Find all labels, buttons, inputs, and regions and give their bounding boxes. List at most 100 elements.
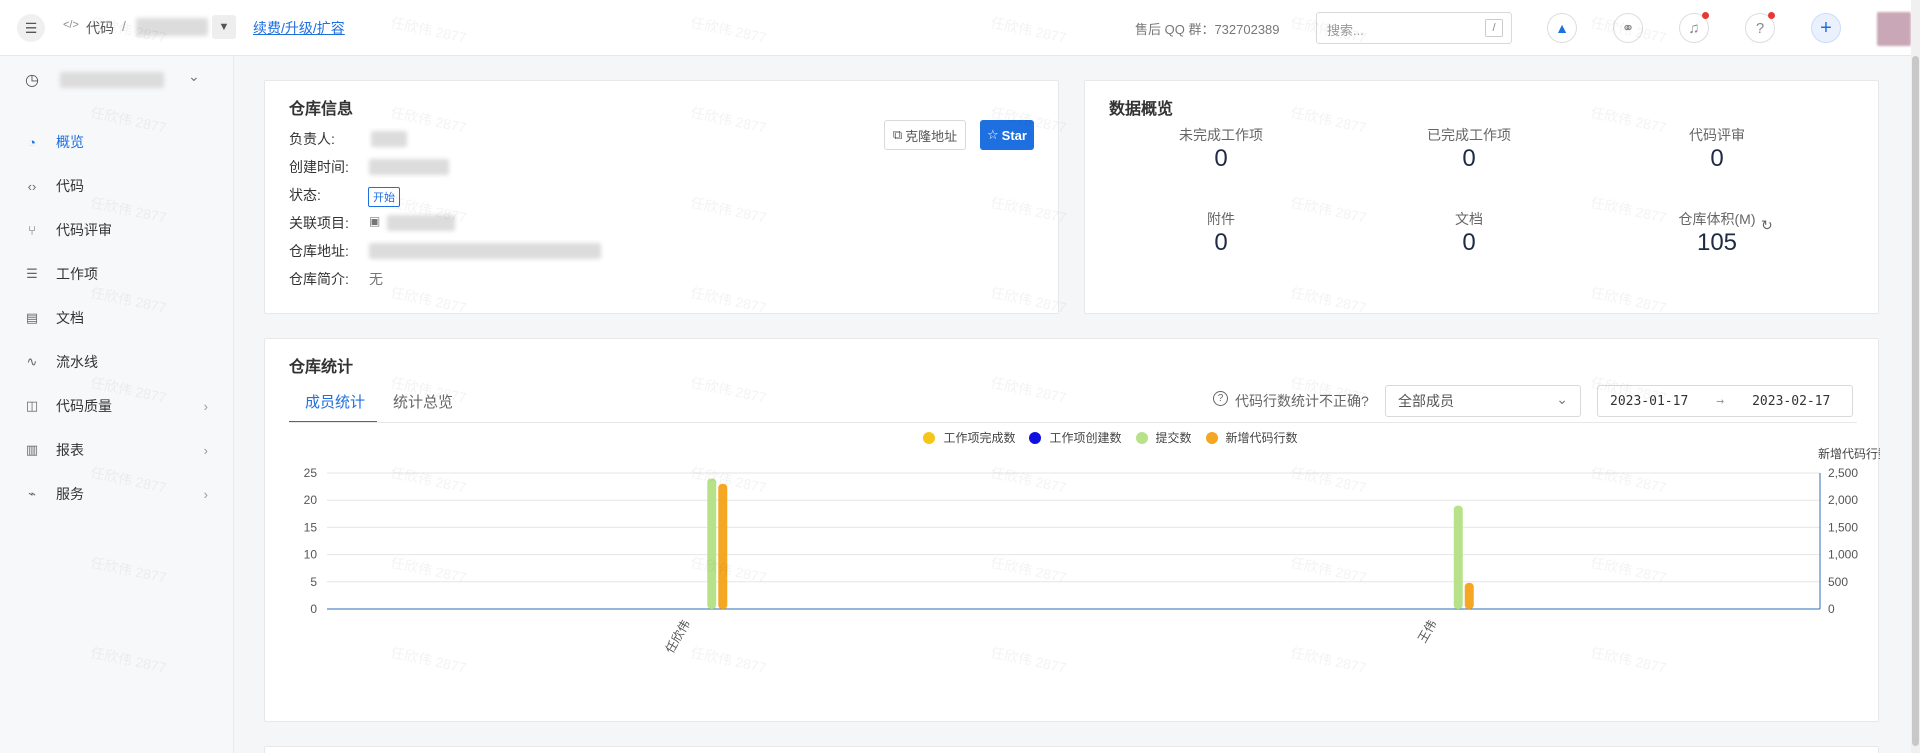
date-range-picker[interactable]: 2023-01-17 → 2023-02-17 [1597, 385, 1853, 417]
left-tick-label: 0 [310, 602, 317, 616]
left-tick-label: 25 [304, 466, 318, 480]
avatar[interactable] [1877, 12, 1911, 46]
question-icon: ? [1755, 19, 1765, 37]
stat-value[interactable]: 105 [1637, 229, 1797, 257]
sidebar-item-1[interactable]: ‹› 代码 [0, 164, 234, 208]
bar-right-3-1 [1464, 582, 1474, 609]
address-label: 仓库地址: [289, 243, 349, 259]
right-tick-label: 1,000 [1828, 548, 1858, 562]
bar-left-2-1 [1453, 505, 1463, 609]
menu-toggle-button[interactable]: ☰ [17, 14, 45, 42]
help-badge [1768, 12, 1775, 19]
legend-swatch [1205, 431, 1218, 444]
data-overview-title: 数据概览 [1109, 101, 1174, 118]
sidebar-item-4[interactable]: ▤ 文档 [0, 296, 234, 340]
right-tick-label: 500 [1828, 575, 1848, 589]
left-tick-label: 10 [304, 548, 318, 562]
stat-label: 仓库体积(M) [1678, 211, 1756, 227]
clone-address-button[interactable]: ⧉ 克隆地址 [884, 120, 966, 150]
stat-value[interactable]: 0 [1141, 229, 1301, 257]
legend-label: 提交数 [1155, 431, 1192, 445]
search-input[interactable]: 搜索... [1327, 20, 1364, 39]
stat-label: 已完成工作项 [1427, 127, 1511, 143]
plus-icon: + [1820, 16, 1832, 39]
code-icon: </> [63, 19, 79, 31]
stat-value[interactable]: 0 [1389, 145, 1549, 173]
legend-item[interactable]: 工作项完成数 [923, 429, 1015, 446]
star-icon: ☆ [987, 127, 999, 142]
repo-info-card: 仓库信息 负责人: 创建时间: 状态: 开始 关联项目: ▣ 仓库地址: 仓库简… [264, 80, 1059, 314]
page-scrollbar[interactable] [1911, 0, 1920, 753]
sidebar-item-label: 工作项 [56, 266, 98, 282]
address-value-redacted[interactable] [369, 243, 601, 259]
top-bar: ☰ </> 代码 / ▼ 续费/升级/扩容 售后 QQ 群：732702389 … [0, 0, 1920, 56]
project-label: 关联项目: [289, 215, 349, 231]
legend-item[interactable]: 提交数 [1135, 429, 1192, 446]
chevron-down-icon: ▼ [218, 21, 230, 33]
project-value-redacted[interactable] [387, 215, 455, 231]
sidebar-item-2[interactable]: ⑂ 代码评审 [0, 208, 234, 252]
search-box[interactable]: 搜索... / [1316, 12, 1512, 44]
link-button[interactable]: ⚭ [1613, 13, 1643, 43]
breadcrumb-root[interactable]: 代码 [86, 18, 114, 38]
sidebar-item-6[interactable]: ◫ 代码质量 › [0, 384, 234, 428]
sidebar-item-label: 概览 [56, 134, 84, 150]
add-button[interactable]: + [1811, 13, 1841, 43]
left-tick-label: 5 [310, 575, 317, 589]
sidebar-item-label: 文档 [56, 310, 84, 326]
right-axis-label: 新增代码行数 [1818, 446, 1880, 461]
star-label: Star [1001, 127, 1027, 143]
right-tick-label: 1,500 [1828, 520, 1858, 534]
sidebar-item-label: 代码质量 [56, 398, 112, 414]
flame-icon: ▲ [1555, 20, 1569, 36]
chevron-right-icon: › [203, 398, 208, 414]
chevron-down-icon: ⌄ [1556, 391, 1568, 407]
renew-upgrade-link[interactable]: 续费/升级/扩容 [253, 18, 345, 38]
stat-value[interactable]: 0 [1637, 145, 1797, 173]
legend-label: 新增代码行数 [1225, 431, 1298, 445]
sidebar-item-label: 报表 [56, 442, 84, 458]
sidebar-item-0[interactable]: ◔ 概览 [0, 120, 234, 164]
star-button[interactable]: ☆ Star [980, 120, 1034, 150]
tab-member-stats[interactable]: 成员统计 [305, 391, 365, 412]
tab-stats-overview[interactable]: 统计总览 [393, 391, 453, 412]
clone-address-label: 克隆地址 [905, 128, 958, 144]
clock-icon: ◷ [25, 72, 39, 89]
sidebar-item-label: 代码 [56, 178, 84, 194]
sidebar-item-7[interactable]: ▥ 报表 › [0, 428, 234, 472]
desc-label: 仓库简介: [289, 271, 349, 287]
scrollbar-thumb[interactable] [1912, 56, 1919, 746]
quality-icon: ◫ [25, 398, 39, 413]
sidebar-item-3[interactable]: ☰ 工作项 [0, 252, 234, 296]
bar-right-3-0 [718, 483, 728, 609]
service-icon: ⌁ [28, 486, 36, 501]
main-content: 仓库信息 负责人: 创建时间: 状态: 开始 关联项目: ▣ 仓库地址: 仓库简… [234, 56, 1920, 753]
member-select[interactable]: 全部成员 ⌄ [1385, 385, 1581, 417]
stat-value[interactable]: 0 [1389, 229, 1549, 257]
breadcrumb-separator: / [122, 18, 126, 34]
stat-value[interactable]: 0 [1141, 145, 1301, 173]
project-switch-chevron-icon[interactable]: ⌄ [188, 68, 200, 85]
legend-item[interactable]: 工作项创建数 [1029, 429, 1122, 446]
legend-label: 工作项完成数 [943, 431, 1016, 445]
date-end[interactable]: 2023-02-17 [1752, 394, 1830, 409]
category-label: 任欣伟 [663, 618, 693, 656]
date-start[interactable]: 2023-01-17 [1610, 394, 1688, 409]
repo-info-title: 仓库信息 [289, 101, 354, 118]
stat-label: 未完成工作项 [1179, 127, 1263, 143]
sidebar: ◷ ⌄ ◔ 概览 ‹› 代码 ⑂ 代码评审 ☰ 工作项 ▤ 文档 ∿ 流水线 ◫ 代码质量 › ▥ 报表 › ⌁ 服务… [0, 56, 234, 753]
sidebar-item-8[interactable]: ⌁ 服务 › [0, 472, 234, 516]
flame-button[interactable]: ▲ [1547, 13, 1577, 43]
next-card-top-edge [264, 746, 1879, 753]
code-lines-hint[interactable]: 代码行数统计不正确? [1235, 391, 1369, 411]
refresh-icon[interactable]: ↻ [1761, 217, 1773, 234]
pipeline-icon: ∿ [26, 354, 38, 369]
member-select-value: 全部成员 [1398, 393, 1454, 409]
sidebar-item-5[interactable]: ∿ 流水线 [0, 340, 234, 384]
code-icon: ‹› [27, 178, 37, 194]
member-stats-chart: 工作项完成数工作项创建数提交数新增代码行数新增代码行数005500101,000… [304, 429, 1880, 656]
bar-left-2-0 [707, 478, 717, 609]
repo-switch-dropdown[interactable]: ▼ [212, 15, 236, 39]
legend-item[interactable]: 新增代码行数 [1205, 429, 1298, 446]
chart-legend: 工作项完成数 工作项创建数 提交数 新增代码行数 [923, 429, 1298, 446]
